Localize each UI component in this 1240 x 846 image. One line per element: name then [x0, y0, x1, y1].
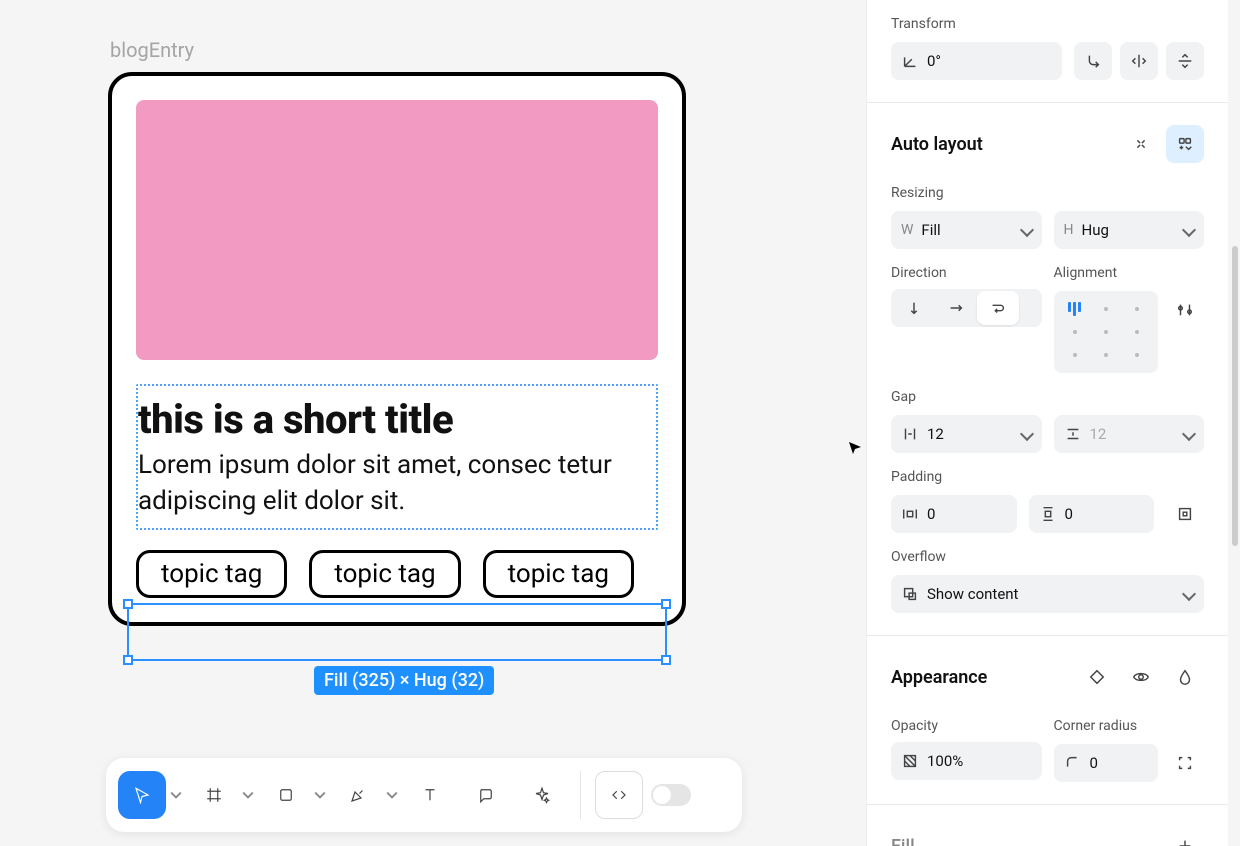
chevron-down-icon — [1019, 427, 1033, 441]
collapse-auto-layout-button[interactable] — [1122, 125, 1160, 163]
blog-body[interactable]: Lorem ipsum dolor sit amet, consec tetur… — [138, 447, 656, 520]
opacity-icon — [901, 752, 919, 770]
chevron-down-icon — [1182, 427, 1196, 441]
comment-tool[interactable] — [462, 771, 510, 819]
topic-tag[interactable]: topic tag — [136, 550, 287, 598]
selection-size-badge: Fill (325) × Hug (32) — [314, 666, 494, 695]
alignment-label: Alignment — [1054, 249, 1205, 289]
fill-title: Fill — [891, 836, 915, 846]
direction-wrap-button[interactable] — [977, 291, 1019, 325]
chevron-down-icon — [1019, 223, 1033, 237]
flip-vertical-button[interactable] — [1166, 42, 1204, 80]
direction-label: Direction — [891, 249, 1042, 289]
overflow-label: Overflow — [891, 533, 1204, 573]
height-resizing-field[interactable]: H Hug — [1054, 211, 1205, 249]
rotation-field[interactable]: 0° — [891, 42, 1062, 80]
pad-h-icon — [901, 505, 919, 523]
text-tool[interactable] — [406, 771, 454, 819]
actions-tool[interactable] — [518, 771, 566, 819]
chevron-down-icon — [1182, 223, 1196, 237]
appearance-title: Appearance — [891, 667, 987, 688]
align-top-left-active — [1068, 302, 1081, 316]
scrollbar — [1230, 0, 1238, 846]
auto-layout-title: Auto layout — [891, 134, 983, 155]
image-placeholder[interactable] — [136, 100, 658, 360]
scrollbar-thumb[interactable] — [1232, 246, 1238, 546]
padding-label: Padding — [891, 453, 1204, 493]
shape-tool[interactable] — [262, 771, 310, 819]
flip-horizontal-button[interactable] — [1120, 42, 1158, 80]
blog-entry-frame[interactable]: this is a short title Lorem ipsum dolor … — [108, 72, 686, 626]
alignment-grid[interactable] — [1054, 291, 1159, 373]
transform-label: Transform — [891, 0, 1204, 40]
topic-tag[interactable]: topic tag — [309, 550, 460, 598]
text-block[interactable]: this is a short title Lorem ipsum dolor … — [136, 384, 658, 530]
rotate-90-button[interactable] — [1074, 42, 1112, 80]
gap-vertical-field[interactable]: 12 — [1054, 415, 1205, 453]
tags-row[interactable]: topic tag topic tag topic tag — [136, 550, 658, 598]
gap-horizontal-field[interactable]: 12 — [891, 415, 1042, 453]
chevron-down-icon — [1182, 587, 1196, 601]
dev-mode-icon[interactable] — [595, 771, 643, 819]
width-resizing-field[interactable]: W Fill — [891, 211, 1042, 249]
individual-corners-button[interactable] — [1166, 744, 1204, 782]
corner-radius-field[interactable]: 0 — [1054, 744, 1159, 782]
direction-vertical-button[interactable] — [893, 291, 935, 325]
auto-layout-mode-button[interactable] — [1166, 125, 1204, 163]
direction-group — [891, 289, 1042, 327]
properties-panel[interactable]: Transform 0° Auto layout — [866, 0, 1228, 846]
frame-name-label[interactable]: blogEntry — [110, 38, 194, 62]
overflow-field[interactable]: Show content — [891, 575, 1204, 613]
gap-h-icon — [901, 425, 919, 443]
toolbar-separator — [580, 771, 581, 819]
cursor-icon — [848, 441, 862, 459]
dev-mode-toggle[interactable] — [651, 784, 691, 806]
move-tool[interactable] — [118, 771, 166, 819]
tool-toolbar — [106, 758, 742, 832]
alignment-advanced-button[interactable] — [1166, 291, 1204, 329]
pad-v-icon — [1039, 505, 1057, 523]
gap-v-icon — [1064, 425, 1082, 443]
design-canvas[interactable]: blogEntry this is a short title Lorem ip… — [0, 0, 866, 846]
opacity-field[interactable]: 100% — [891, 742, 1042, 780]
overflow-icon — [901, 585, 919, 603]
individual-padding-button[interactable] — [1166, 495, 1204, 533]
resize-handle[interactable] — [123, 655, 133, 665]
add-fill-button[interactable] — [1166, 827, 1204, 846]
gap-label: Gap — [891, 373, 1204, 413]
chevron-down-icon[interactable] — [386, 789, 398, 801]
pen-tool[interactable] — [334, 771, 382, 819]
chevron-down-icon[interactable] — [314, 789, 326, 801]
toggle-knob — [653, 786, 671, 804]
blog-title[interactable]: this is a short title — [138, 386, 656, 447]
resize-handle[interactable] — [661, 655, 671, 665]
padding-vertical-field[interactable]: 0 — [1029, 495, 1155, 533]
frame-tool[interactable] — [190, 771, 238, 819]
resizing-label: Resizing — [891, 169, 1204, 209]
direction-horizontal-button[interactable] — [935, 291, 977, 325]
chevron-down-icon[interactable] — [170, 789, 182, 801]
topic-tag[interactable]: topic tag — [483, 550, 634, 598]
padding-horizontal-field[interactable]: 0 — [891, 495, 1017, 533]
variable-button[interactable] — [1078, 658, 1116, 696]
chevron-down-icon[interactable] — [242, 789, 254, 801]
blend-mode-button[interactable] — [1166, 658, 1204, 696]
opacity-label: Opacity — [891, 702, 1042, 742]
corner-icon — [1064, 754, 1082, 772]
visibility-button[interactable] — [1122, 658, 1160, 696]
angle-icon — [901, 52, 919, 70]
corner-radius-label: Corner radius — [1054, 702, 1205, 742]
